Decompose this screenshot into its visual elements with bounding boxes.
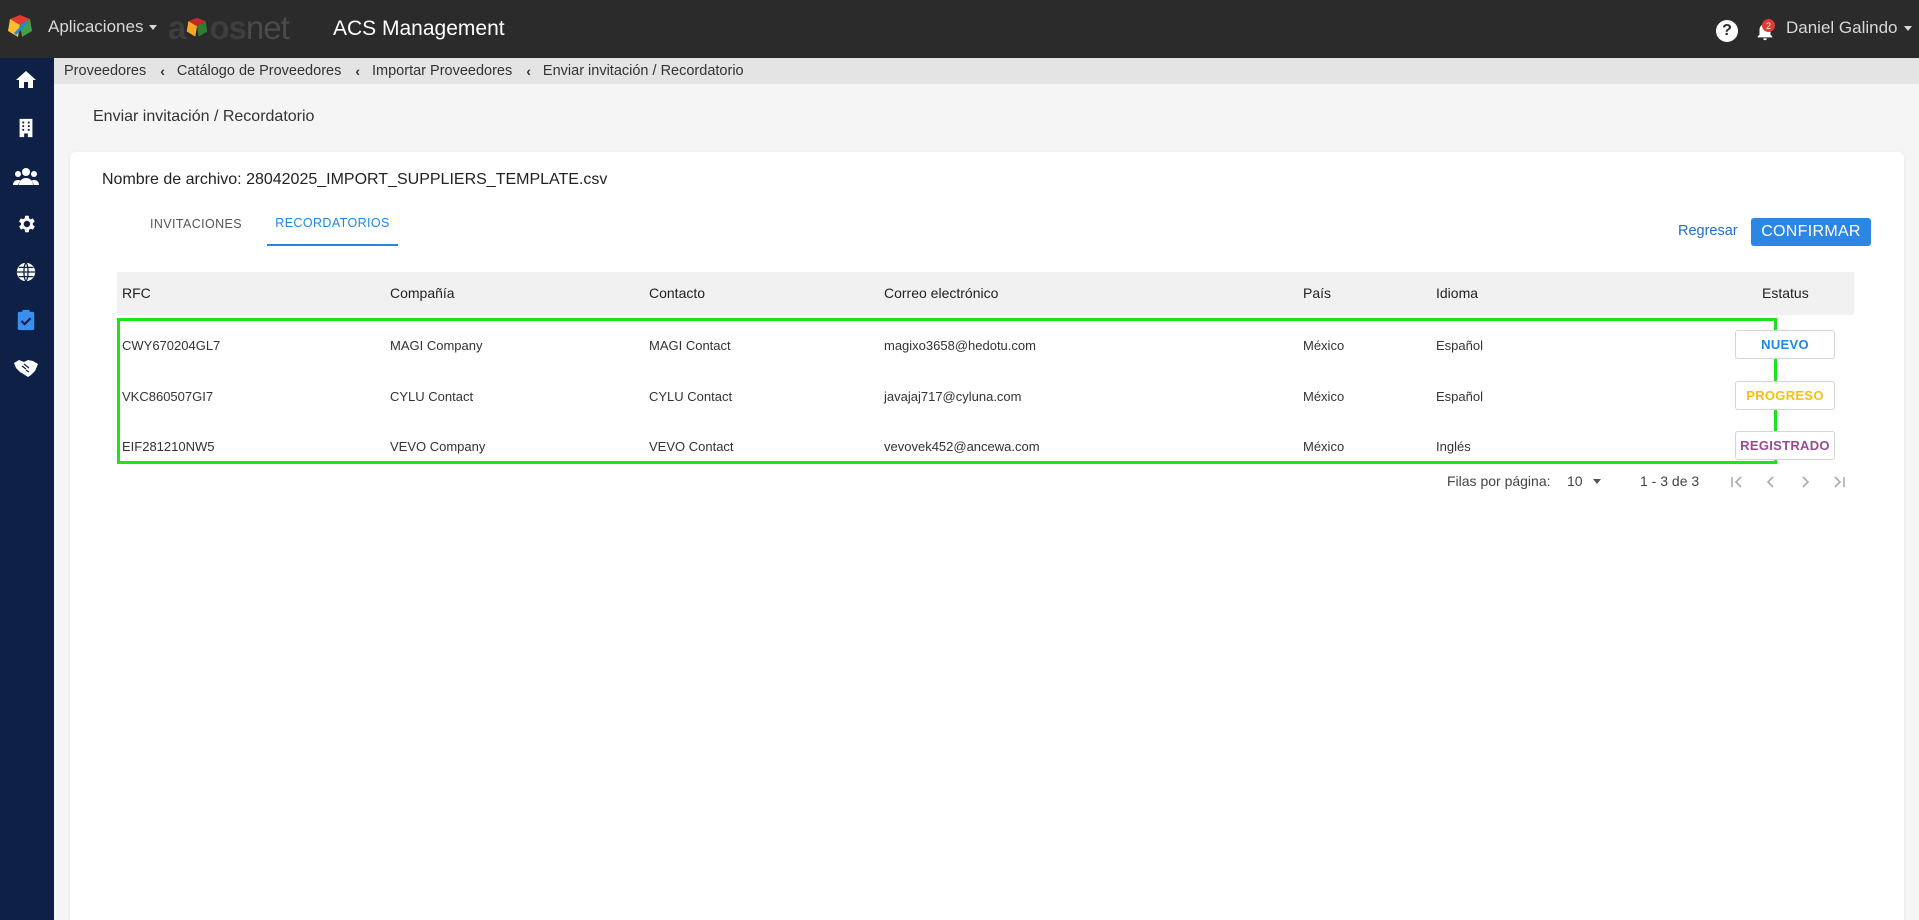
sidebar-item-partners[interactable] [12, 354, 40, 382]
app-logo-icon[interactable] [6, 13, 34, 41]
back-link[interactable]: Regresar [1678, 223, 1738, 239]
pagination-range: 1 - 3 de 3 [1640, 473, 1700, 489]
cell-rfc: VKC860507GI7 [122, 389, 214, 404]
brand-part-mid: os [209, 9, 247, 46]
sidebar-item-home[interactable] [12, 66, 40, 94]
cell-rfc: EIF281210NW5 [122, 439, 215, 454]
brand-part-a: a [168, 9, 186, 46]
rows-per-page-label: Filas por página: [1447, 473, 1551, 489]
sidebar-item-suppliers[interactable] [12, 306, 40, 334]
cell-email: vevovek452@ancewa.com [884, 439, 1040, 454]
help-icon[interactable]: ? [1716, 20, 1738, 42]
status-badge: PROGRESO [1735, 381, 1835, 410]
apps-menu[interactable]: Aplicaciones [48, 17, 158, 37]
breadcrumb-item-proveedores[interactable]: Proveedores [64, 63, 146, 79]
main-card: Nombre de archivo: 28042025_IMPORT_SUPPL… [70, 152, 1904, 920]
cell-country: México [1303, 389, 1345, 404]
chevron-down-icon [1903, 25, 1912, 31]
brand-part-net: net [245, 9, 290, 46]
top-bar: Aplicaciones a os net ACS Management ? 2… [0, 0, 1919, 58]
table-row[interactable]: VKC860507GI7 CYLU Contact CYLU Contact j… [120, 377, 1835, 417]
user-menu[interactable]: Daniel Galindo [1786, 18, 1912, 38]
column-header-contact[interactable]: Contacto [649, 285, 705, 301]
previous-page-icon[interactable] [1760, 471, 1782, 493]
brand-mark-icon [187, 17, 208, 37]
tab-recordatorios[interactable]: RECORDATORIOS [267, 202, 398, 246]
chevron-down-icon [1592, 478, 1601, 484]
column-header-country[interactable]: País [1303, 285, 1331, 301]
sidebar [0, 58, 54, 920]
building-icon [19, 118, 33, 138]
gear-icon [19, 215, 35, 233]
breadcrumb-item-importar[interactable]: Importar Proveedores [372, 63, 512, 79]
cell-company: VEVO Company [390, 439, 486, 454]
brand-logo: a os net [168, 9, 290, 47]
cell-email: javajaj717@cyluna.com [884, 389, 1022, 404]
table-row[interactable]: CWY670204GL7 MAGI Company MAGI Contact m… [120, 326, 1835, 366]
chevron-left-icon: ‹ [526, 63, 531, 79]
column-header-status[interactable]: Estatus [1762, 285, 1809, 301]
app-title: ACS Management [333, 17, 505, 40]
status-badge: REGISTRADO [1735, 431, 1835, 460]
cell-company: MAGI Company [390, 338, 483, 353]
last-page-icon[interactable] [1828, 471, 1850, 493]
cell-country: México [1303, 338, 1345, 353]
chevron-down-icon [149, 24, 158, 30]
page-title: Enviar invitación / Recordatorio [93, 108, 315, 125]
cell-contact: MAGI Contact [649, 338, 731, 353]
cell-language: Español [1436, 338, 1483, 353]
user-name: Daniel Galindo [1786, 18, 1898, 37]
column-header-language[interactable]: Idioma [1436, 285, 1478, 301]
notification-badge: 2 [1762, 19, 1775, 32]
handshake-icon [14, 360, 38, 377]
clipboard-check-icon [17, 309, 35, 331]
chevron-left-icon: ‹ [160, 63, 165, 79]
next-page-icon[interactable] [1794, 471, 1816, 493]
apps-menu-label: Aplicaciones [48, 17, 144, 36]
cell-language: Inglés [1436, 439, 1471, 454]
sidebar-item-companies[interactable] [12, 114, 40, 142]
cell-language: Español [1436, 389, 1483, 404]
pagination: Filas por página: 10 1 - 3 de 3 [70, 470, 1904, 494]
rows-per-page-select[interactable]: 10 [1567, 473, 1601, 489]
sidebar-item-global[interactable] [12, 258, 40, 286]
column-header-company[interactable]: Compañía [390, 285, 455, 301]
column-header-email[interactable]: Correo electrónico [884, 285, 998, 301]
status-badge: NUEVO [1735, 330, 1835, 359]
cell-email: magixo3658@hedotu.com [884, 338, 1036, 353]
cell-company: CYLU Contact [390, 389, 474, 404]
cell-contact: CYLU Contact [649, 389, 733, 404]
tab-invitaciones[interactable]: INVITACIONES [125, 202, 267, 246]
home-icon [16, 71, 36, 88]
sidebar-item-users[interactable] [12, 162, 40, 190]
table-body: CWY670204GL7 MAGI Company MAGI Contact m… [117, 318, 1835, 467]
breadcrumb-item-current: Enviar invitación / Recordatorio [542, 63, 744, 79]
cell-country: México [1303, 439, 1345, 454]
file-name-label: Nombre de archivo: 28042025_IMPORT_SUPPL… [102, 171, 608, 188]
breadcrumb: Proveedores ‹ Catálogo de Proveedores ‹ … [54, 58, 1919, 84]
users-icon [13, 168, 39, 185]
globe-icon [16, 262, 36, 282]
first-page-icon[interactable] [1726, 471, 1748, 493]
chevron-left-icon: ‹ [355, 63, 361, 79]
breadcrumb-item-catalogo[interactable]: Catálogo de Proveedores [177, 63, 341, 79]
confirm-button[interactable]: CONFIRMAR [1751, 218, 1871, 246]
rows-per-page-value: 10 [1567, 473, 1583, 489]
table-header: RFC Compañía Contacto Correo electrónico… [117, 272, 1854, 315]
tab-bar: INVITACIONES RECORDATORIOS [125, 202, 398, 246]
cell-contact: VEVO Contact [649, 439, 734, 454]
cell-rfc: CWY670204GL7 [122, 338, 221, 353]
table-row[interactable]: EIF281210NW5 VEVO Company VEVO Contact v… [120, 427, 1835, 467]
column-header-rfc[interactable]: RFC [122, 285, 151, 301]
sidebar-item-settings[interactable] [12, 210, 40, 238]
